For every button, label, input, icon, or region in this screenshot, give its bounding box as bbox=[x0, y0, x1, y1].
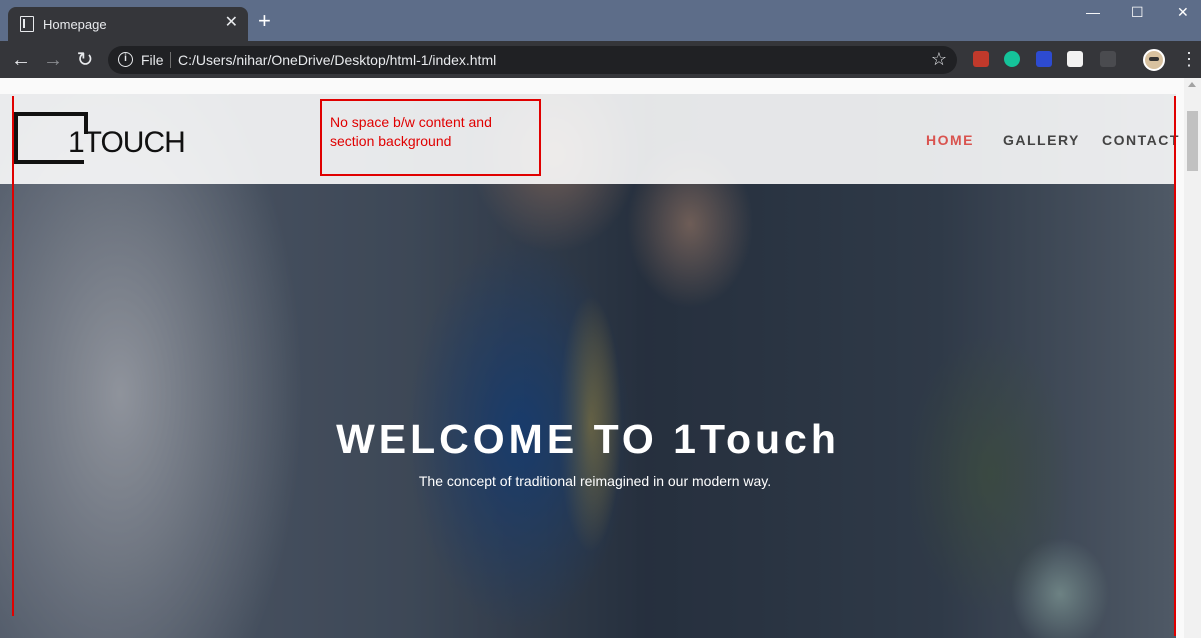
nav-contact[interactable]: CONTACT bbox=[1102, 132, 1180, 148]
hero-title: WELCOME TO 1Touch bbox=[336, 416, 840, 462]
extension-icon[interactable] bbox=[1036, 51, 1052, 67]
star-icon[interactable]: ☆ bbox=[931, 49, 947, 70]
forward-icon[interactable]: → bbox=[41, 48, 65, 72]
grammarly-extension-icon[interactable] bbox=[1004, 51, 1020, 67]
annotation-right-line bbox=[1174, 96, 1176, 636]
title-bar: Homepage ✕ + — ☐ ✕ bbox=[0, 0, 1201, 41]
divider bbox=[170, 52, 171, 68]
page-icon bbox=[20, 16, 34, 32]
url-scheme-label: File bbox=[141, 52, 164, 68]
hero-subtitle: The concept of traditional reimagined in… bbox=[418, 473, 772, 489]
shapes-extension-icon[interactable] bbox=[1067, 51, 1083, 67]
reload-icon[interactable]: ↻ bbox=[73, 48, 97, 72]
logo-text: 1TOUCH bbox=[68, 126, 186, 159]
annotation-left-line bbox=[12, 96, 14, 616]
extension-icon-5[interactable] bbox=[1100, 51, 1116, 67]
scroll-thumb[interactable] bbox=[1187, 111, 1198, 171]
nav-gallery[interactable]: GALLERY bbox=[1003, 132, 1080, 148]
page-viewport: WELCOME TO 1Touch The concept of traditi… bbox=[0, 78, 1201, 638]
browser-tab[interactable]: Homepage ✕ bbox=[8, 7, 248, 41]
minimize-button[interactable]: — bbox=[1086, 4, 1100, 20]
new-tab-button[interactable]: + bbox=[258, 10, 271, 32]
tab-title: Homepage bbox=[43, 17, 107, 32]
close-tab-icon[interactable]: ✕ bbox=[225, 13, 238, 33]
url-text[interactable]: C:/Users/nihar/OneDrive/Desktop/html-1/i… bbox=[178, 52, 496, 68]
back-icon[interactable]: ← bbox=[9, 48, 33, 72]
browser-toolbar: ← → ↻ i File C:/Users/nihar/OneDrive/Des… bbox=[0, 41, 1201, 78]
nav-home[interactable]: HOME bbox=[926, 132, 974, 148]
annotation-callout: No space b/w content and section backgro… bbox=[320, 99, 541, 176]
menu-icon[interactable]: ⋮ bbox=[1180, 49, 1198, 69]
vertical-scrollbar[interactable] bbox=[1184, 78, 1201, 638]
avatar[interactable] bbox=[1143, 49, 1165, 71]
site-header: 1TOUCH HOME GALLERY CONTACT bbox=[0, 94, 1178, 184]
scroll-up-icon[interactable] bbox=[1188, 82, 1196, 87]
logo[interactable]: 1TOUCH bbox=[14, 112, 186, 168]
maximize-button[interactable]: ☐ bbox=[1131, 4, 1144, 21]
address-bar[interactable]: i File C:/Users/nihar/OneDrive/Desktop/h… bbox=[108, 46, 957, 74]
close-window-button[interactable]: ✕ bbox=[1177, 4, 1189, 21]
bookmark-extension-icon[interactable] bbox=[973, 51, 989, 67]
info-icon[interactable]: i bbox=[118, 52, 133, 67]
